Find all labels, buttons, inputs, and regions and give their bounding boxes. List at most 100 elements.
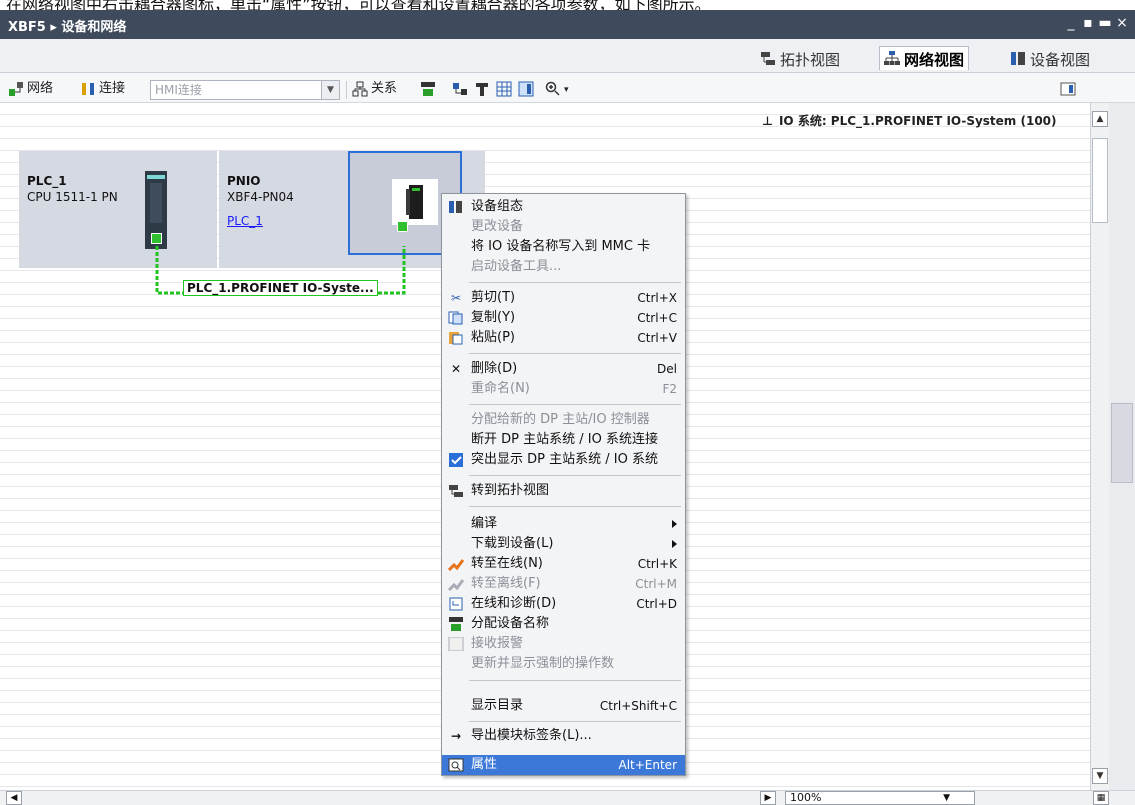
menu-item-change-device[interactable]: 更改设备: [442, 217, 685, 237]
menu-item-update-forced[interactable]: 更新并显示强制的操作数: [442, 654, 685, 674]
network-icon: [9, 81, 23, 96]
submenu-arrow-icon: [672, 540, 677, 548]
topology-icon: [761, 52, 775, 65]
device-button[interactable]: [474, 79, 493, 99]
io-system-label: ⊥ IO 系统: PLC_1.PROFINET IO-System (100): [762, 114, 1057, 128]
connection-button[interactable]: 连接: [80, 79, 125, 99]
menu-item-receive-alarms[interactable]: 接收报警: [442, 634, 685, 654]
go-online-icon: [448, 559, 464, 571]
scroll-up-icon[interactable]: ▲: [1092, 111, 1108, 127]
task-sidebar: [1109, 103, 1135, 790]
restore-button[interactable]: ▪: [1080, 14, 1096, 32]
menu-item-rename[interactable]: 重命名(N) F2: [442, 379, 685, 399]
context-menu: 设备组态 更改设备 将 IO 设备名称写入到 MMC 卡 启动设备工具... ✂…: [441, 193, 686, 776]
menu-item-device-tool[interactable]: 启动设备工具...: [442, 257, 685, 277]
menu-item-export-labels[interactable]: → 导出模块标签条(L)...: [442, 726, 685, 746]
zoom-button[interactable]: ▾: [545, 79, 569, 99]
tab-label: 设备视图: [1030, 51, 1091, 69]
menu-item-device-config[interactable]: 设备组态: [442, 197, 685, 217]
menu-divider: [469, 680, 681, 681]
copy-icon: [448, 311, 463, 325]
menu-divider: [469, 282, 681, 283]
menu-item-download[interactable]: 下载到设备(L): [442, 534, 685, 554]
device-view-icon: [1011, 52, 1025, 65]
connection-icon: [82, 82, 94, 95]
checkbox-icon: [448, 637, 464, 651]
pin-icon[interactable]: ⊥: [762, 114, 773, 128]
chevron-down-icon[interactable]: ▼: [321, 81, 339, 99]
network-view-icon: [884, 51, 900, 65]
menu-item-cut[interactable]: ✂ 剪切(T) Ctrl+X: [442, 288, 685, 308]
caption-text: 在网络视图中右击耦合器图标，单击“属性”按钮，可以查看和设置耦合器的各项参数，如…: [6, 0, 711, 10]
tab-device-view[interactable]: 设备视图: [1005, 46, 1095, 70]
profinet-network-label[interactable]: PLC_1.PROFINET IO-Syste...: [183, 280, 378, 296]
network-data-button[interactable]: [452, 79, 471, 99]
maximize-button[interactable]: ▬: [1097, 14, 1113, 32]
panel-toggle-button[interactable]: [1060, 79, 1079, 99]
menu-item-paste[interactable]: 粘贴(P) Ctrl+V: [442, 328, 685, 348]
menu-divider: [469, 475, 681, 476]
sidebar-collapse-handle[interactable]: [1111, 403, 1133, 483]
menu-divider: [469, 506, 681, 507]
scroll-thumb[interactable]: [1092, 138, 1108, 223]
bottom-bar: ◀ ▶ 100% ▼ ▦: [0, 790, 1135, 805]
menu-item-write-mmc[interactable]: 将 IO 设备名称写入到 MMC 卡: [442, 237, 685, 257]
paste-icon: [449, 332, 463, 345]
caption-strip: 在网络视图中右击耦合器图标，单击“属性”按钮，可以查看和设置耦合器的各项参数，如…: [0, 0, 1135, 10]
toolbar: 网络 连接 HMI连接 ▼ 关系 ▾: [0, 73, 1135, 103]
panel-button[interactable]: [518, 79, 537, 99]
menu-item-go-online[interactable]: 转至在线(N) Ctrl+K: [442, 554, 685, 574]
hmi-connection-select[interactable]: HMI连接 ▼: [150, 80, 340, 100]
menu-item-highlight-system[interactable]: 突出显示 DP 主站系统 / IO 系统: [442, 450, 685, 470]
menu-item-disconnect-system[interactable]: 断开 DP 主站系统 / IO 系统连接: [442, 430, 685, 450]
network-button[interactable]: 网络: [8, 79, 53, 99]
chevron-down-icon[interactable]: ▾: [564, 85, 569, 95]
menu-divider: [469, 721, 681, 722]
delete-icon: ✕: [450, 362, 462, 376]
title-bar: XBF5 ▸ 设备和网络 _ ▪ ▬ ×: [0, 10, 1135, 39]
checkbox-checked-icon: [449, 453, 463, 467]
minimize-button[interactable]: _: [1063, 14, 1079, 32]
assign-name-toolbar-button[interactable]: [420, 79, 439, 99]
diagnostics-icon: [449, 597, 463, 611]
menu-item-compile[interactable]: 编译: [442, 514, 685, 534]
go-offline-icon: [448, 579, 464, 591]
table-icon: [496, 81, 512, 96]
tab-topology-view[interactable]: 拓扑视图: [755, 46, 845, 70]
tab-network-view[interactable]: 网络视图: [879, 46, 970, 70]
menu-item-copy[interactable]: 复制(Y) Ctrl+C: [442, 308, 685, 328]
scroll-down-icon[interactable]: ▼: [1092, 768, 1108, 784]
vertical-scrollbar[interactable]: ▲ ▼: [1090, 103, 1109, 790]
toolbar-divider: [346, 81, 347, 99]
menu-item-go-offline[interactable]: 转至离线(F) Ctrl+M: [442, 574, 685, 594]
properties-icon: [448, 758, 464, 772]
device-config-icon: [449, 201, 462, 213]
tab-label: 网络视图: [904, 51, 965, 69]
menu-divider: [469, 353, 681, 354]
scissors-icon: ✂: [450, 291, 462, 305]
menu-item-show-catalog[interactable]: 显示目录 Ctrl+Shift+C: [442, 696, 685, 716]
zoom-in-icon: [545, 81, 560, 96]
zoom-select[interactable]: 100% ▼: [785, 791, 975, 805]
menu-item-diagnostics[interactable]: 在线和诊断(D) Ctrl+D: [442, 594, 685, 614]
assign-name-icon: [449, 617, 463, 631]
scroll-left-icon[interactable]: ◀: [6, 791, 22, 805]
menu-item-assign-device-name[interactable]: 分配设备名称: [442, 614, 685, 634]
device-icon: [476, 82, 488, 96]
table-button[interactable]: [496, 79, 515, 99]
menu-item-properties[interactable]: 属性 Alt+Enter: [442, 755, 685, 775]
menu-item-goto-topology[interactable]: 转到拓扑视图: [442, 481, 685, 501]
scroll-right-icon[interactable]: ▶: [760, 791, 776, 805]
export-icon: →: [450, 729, 462, 743]
menu-item-assign-master[interactable]: 分配给新的 DP 主站/IO 控制器: [442, 410, 685, 430]
relation-icon: [352, 81, 368, 96]
relation-button[interactable]: 关系: [352, 79, 397, 99]
overview-icon[interactable]: ▦: [1093, 791, 1109, 805]
menu-divider: [469, 404, 681, 405]
panel-icon: [518, 81, 534, 96]
network-data-icon: [453, 82, 467, 95]
chevron-down-icon[interactable]: ▼: [943, 792, 950, 804]
menu-item-delete[interactable]: ✕ 删除(D) Del: [442, 359, 685, 379]
close-button[interactable]: ×: [1114, 14, 1130, 32]
submenu-arrow-icon: [672, 520, 677, 528]
